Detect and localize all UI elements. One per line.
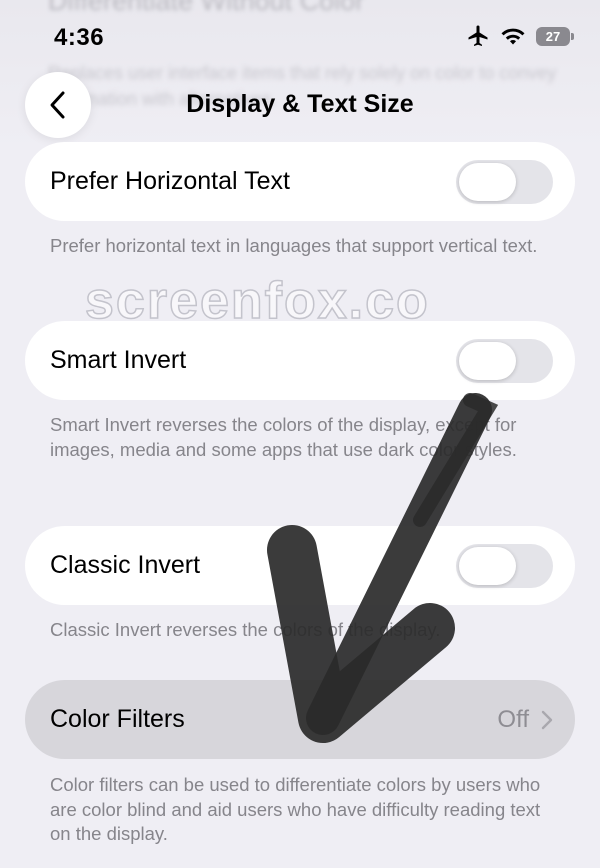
checkmark-annotation [267, 393, 499, 743]
